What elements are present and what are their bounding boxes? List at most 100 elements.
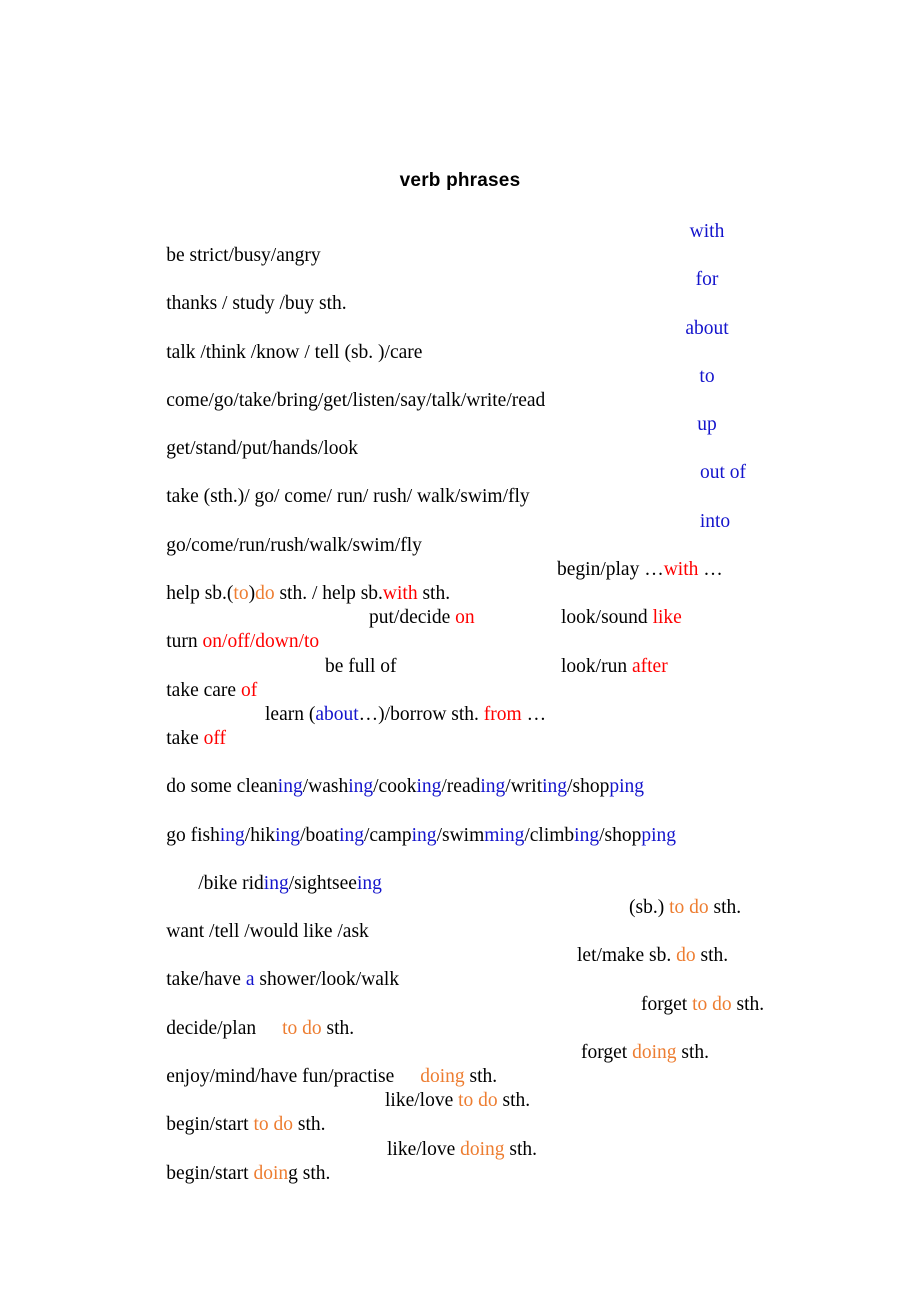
want-tell-text: want /tell /would like /ask bbox=[166, 921, 369, 943]
ing-segment-1-7: ing bbox=[411, 824, 437, 846]
verb-group: thanks / study /buy sth. bbox=[166, 293, 347, 315]
take-have-shower-row: take/have a shower/look/walk let/make sb… bbox=[137, 944, 837, 992]
take-care-text: take care bbox=[166, 679, 241, 701]
verb-group: go/come/run/rush/walk/swim/fly bbox=[166, 534, 422, 556]
put-decide-on: on bbox=[455, 607, 475, 629]
turn-phrase-row: turn on/off/down/to put/decide on look/s… bbox=[137, 606, 837, 654]
want-object-group: (sb.) to do sth. bbox=[629, 896, 741, 920]
help-do: do bbox=[255, 583, 275, 605]
ing-segment-0-0: do some clean bbox=[166, 776, 278, 798]
like-love-doing-sth: sth. bbox=[504, 1138, 538, 1160]
preposition: to bbox=[699, 365, 715, 387]
enjoy-sth: sth. bbox=[464, 1066, 498, 1088]
help-phrase-row: help sb.(to)do sth. / help sb.with sth. … bbox=[137, 558, 837, 606]
look-sound-group: look/sound like bbox=[561, 606, 682, 630]
turn-text: turn bbox=[166, 631, 203, 653]
ing-segment-0-2: /wash bbox=[302, 776, 349, 798]
preposition: into bbox=[699, 510, 731, 532]
ing-segment-0-8: /writ bbox=[505, 776, 543, 798]
enjoy-mind-text: enjoy/mind/have fun/practise bbox=[166, 1066, 395, 1088]
enjoy-mind-row: enjoy/mind/have fun/practise doing sth. f… bbox=[137, 1041, 837, 1089]
like-love-doing: doing bbox=[460, 1138, 505, 1160]
preposition: about bbox=[685, 317, 729, 339]
ing-line-2: /bike riding/sightseeing bbox=[198, 873, 382, 894]
do-some-ing-row: do some cleaning/washing/cooking/reading… bbox=[137, 751, 837, 799]
ing-segment-0-5: ing bbox=[416, 776, 442, 798]
learn-borrow-group: learn (about…)/borrow sth. from … bbox=[265, 703, 546, 727]
ing-segment-2-3: ing bbox=[356, 872, 382, 894]
ing-segment-2-0: /bike rid bbox=[198, 872, 264, 894]
look-sound-text: look/sound bbox=[561, 607, 653, 629]
phrase-row: talk /think /know / tell (sb. )/care abo… bbox=[137, 317, 837, 365]
put-decide-text: put/decide bbox=[369, 607, 456, 629]
phrase-row: thanks / study /buy sth. for bbox=[137, 268, 837, 316]
ing-line-0: do some cleaning/washing/cooking/reading… bbox=[166, 776, 644, 797]
go-ing-row: go fishing/hiking/boating/camping/swimmi… bbox=[137, 800, 837, 848]
decide-to-do: to do bbox=[282, 1017, 322, 1039]
begin-start-text: begin/start bbox=[166, 1114, 254, 1136]
like-love-doing-text: like/love bbox=[387, 1138, 461, 1160]
preposition: for bbox=[695, 269, 719, 291]
phrase-row: come/go/take/bring/get/listen/say/talk/w… bbox=[137, 365, 837, 413]
want-to-do: to do bbox=[669, 897, 709, 919]
forget-doing: doing bbox=[632, 1042, 677, 1064]
like-love-sth: sth. bbox=[497, 1090, 531, 1112]
verb-group: take (sth.)/ go/ come/ run/ rush/ walk/s… bbox=[166, 486, 530, 508]
verb-phrase-list: be strict/busy/angry with thanks / study… bbox=[137, 220, 837, 1186]
forget-doing-sth: sth. bbox=[676, 1042, 710, 1064]
enjoy-doing: doing bbox=[420, 1066, 465, 1088]
ing-segment-1-8: /swim bbox=[436, 824, 485, 846]
borrow-ellipsis: … bbox=[521, 703, 547, 725]
borrow-from: from bbox=[483, 703, 522, 725]
put-decide-group: put/decide on bbox=[369, 606, 475, 630]
begin-sth: sth. bbox=[293, 1114, 326, 1136]
want-sb: (sb.) bbox=[629, 897, 670, 919]
ing-segment-1-6: /camp bbox=[363, 824, 412, 846]
let-make-do: do bbox=[676, 945, 696, 967]
preposition: with bbox=[689, 221, 725, 242]
begin-play-text: begin/play … bbox=[557, 559, 664, 581]
turn-particles: on/off/down/to bbox=[202, 631, 320, 653]
begin-play-with: with bbox=[663, 559, 699, 581]
begin-to-do: to do bbox=[253, 1114, 293, 1136]
verb-group: get/stand/put/hands/look bbox=[166, 438, 358, 460]
forget-to-do-group: forget to do sth. bbox=[641, 993, 764, 1017]
borrow-text: …)/borrow sth. bbox=[358, 703, 484, 725]
take-care-of: of bbox=[240, 679, 258, 701]
ing-segment-2-2: /sightsee bbox=[288, 872, 357, 894]
let-make-sth: sth. bbox=[695, 945, 729, 967]
decide-sth: sth. bbox=[321, 1017, 355, 1039]
look-run-text: look/run bbox=[561, 655, 632, 677]
verb-group: come/go/take/bring/get/listen/say/talk/w… bbox=[166, 389, 546, 411]
ing-segment-1-9: ming bbox=[484, 824, 525, 846]
decide-plan-text: decide/plan bbox=[166, 1017, 257, 1039]
forget-text: forget bbox=[641, 993, 693, 1015]
forget-to-do: to do bbox=[692, 993, 732, 1015]
ing-segment-1-1: ing bbox=[219, 824, 245, 846]
ing-segment-0-10: /shop bbox=[567, 776, 610, 798]
learn-text: learn ( bbox=[265, 703, 316, 725]
begin-start-to-do-row: begin/start to do sth. like/love to do s… bbox=[137, 1089, 837, 1137]
phrase-row: be strict/busy/angry with bbox=[137, 220, 837, 268]
page-title: verb phrases bbox=[399, 170, 521, 191]
begin-play-group: begin/play …with … bbox=[557, 558, 723, 582]
ing-segment-1-5: ing bbox=[339, 824, 364, 846]
decide-plan-row: decide/plan to do sth. forget to do sth. bbox=[137, 993, 837, 1041]
phrase-row: go/come/run/rush/walk/swim/fly into bbox=[137, 510, 837, 558]
ing-segment-0-1: ing bbox=[277, 776, 303, 798]
take-off-particle: off bbox=[203, 727, 226, 749]
article-a: a bbox=[245, 969, 255, 991]
phrase-row: get/stand/put/hands/look up bbox=[137, 413, 837, 461]
begin-play-ellipsis: … bbox=[698, 559, 723, 581]
help-with: with bbox=[382, 583, 418, 605]
take-care-row: take care of be full of look/run after bbox=[137, 655, 837, 703]
begin-doing-sth: g sth. bbox=[288, 1162, 331, 1184]
forget-sth: sth. bbox=[731, 993, 765, 1015]
ing-segment-0-7: ing bbox=[480, 776, 506, 798]
ing-segment-0-3: ing bbox=[348, 776, 374, 798]
like-love-doing-group: like/love doing sth. bbox=[387, 1138, 537, 1162]
ing-segment-1-0: go fish bbox=[166, 824, 220, 846]
look-run-group: look/run after bbox=[561, 655, 668, 679]
learn-about: about bbox=[315, 703, 359, 725]
help-text-2: sth. / help sb. bbox=[274, 583, 383, 605]
